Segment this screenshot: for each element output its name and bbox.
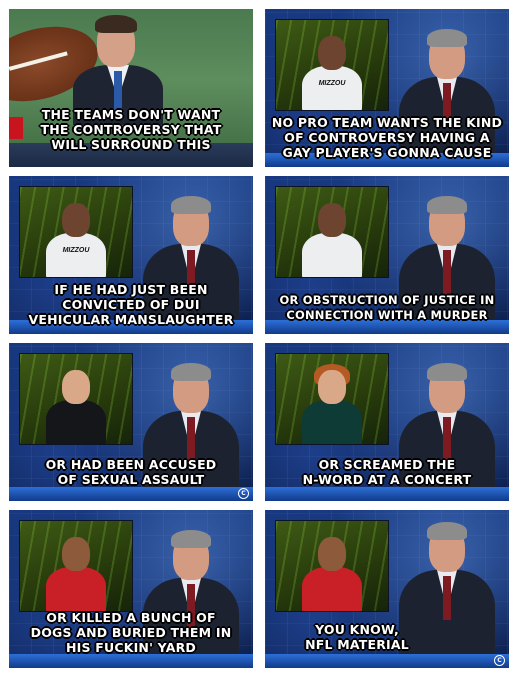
caption-line: HIS FUCKIN' YARD (65, 640, 197, 655)
caption-line: IF HE HAD JUST BEEN (54, 282, 208, 297)
panel-caption: OR HAD BEEN ACCUSED OF SEXUAL ASSAULT (9, 457, 253, 487)
panel-caption: NO PRO TEAM WANTS THE KIND OF CONTROVERS… (265, 115, 509, 160)
player-photo-inset (19, 520, 133, 612)
jersey-text: MIZZOU (62, 247, 90, 254)
caption-line: CONNECTION WITH A MURDER (286, 308, 488, 322)
caption-line: OR HAD BEEN ACCUSED (45, 457, 217, 472)
panel-caption: OR SCREAMED THE N-WORD AT A CONCERT (265, 457, 509, 487)
panel-5: OR HAD BEEN ACCUSED OF SEXUAL ASSAULT C (9, 343, 253, 501)
caption-line: WILL SURROUND THIS (51, 137, 211, 152)
studio-desk (9, 654, 253, 668)
panel-caption: OR OBSTRUCTION OF JUSTICE IN CONNECTION … (265, 293, 509, 323)
panel-8: YOU KNOW, NFL MATERIAL C (265, 510, 509, 668)
caption-line: OF CONTROVERSY HAVING A (284, 130, 490, 145)
caption-line: OR KILLED A BUNCH OF (46, 610, 216, 625)
caption-line: NFL MATERIAL (305, 637, 409, 652)
caption-line: OR OBSTRUCTION OF JUSTICE IN (279, 293, 495, 307)
player-photo-inset (275, 186, 389, 278)
studio-desk (265, 654, 509, 668)
caption-line: VEHICULAR MANSLAUGHTER (28, 312, 234, 327)
channel-logo: C (238, 487, 249, 499)
panel-caption: IF HE HAD JUST BEEN CONVICTED OF DUI VEH… (9, 282, 253, 327)
panel-3: MIZZOU IF HE HAD JUST BEEN CONVICTED OF … (9, 176, 253, 334)
caption-line: N-WORD AT A CONCERT (302, 472, 472, 487)
panel-caption: OR KILLED A BUNCH OF DOGS AND BURIED THE… (9, 610, 253, 655)
player-photo-inset: MIZZOU (19, 186, 133, 278)
panel-1: THE TEAMS DON'T WANT THE CONTROVERSY THA… (9, 9, 253, 167)
caption-line: THE TEAMS DON'T WANT (41, 107, 221, 122)
player-photo-inset (275, 520, 389, 612)
comedy-central-icon: C (238, 487, 249, 499)
player-photo-inset (19, 353, 133, 445)
player-photo-inset (275, 353, 389, 445)
caption-line: OF SEXUAL ASSAULT (57, 472, 205, 487)
panel-caption: THE TEAMS DON'T WANT THE CONTROVERSY THA… (9, 107, 253, 152)
caption-line: DOGS AND BURIED THEM IN (30, 625, 232, 640)
panel-7: OR KILLED A BUNCH OF DOGS AND BURIED THE… (9, 510, 253, 668)
channel-logo: C (494, 654, 505, 666)
meme-grid: THE TEAMS DON'T WANT THE CONTROVERSY THA… (0, 0, 518, 675)
panel-caption: YOU KNOW, NFL MATERIAL (265, 622, 509, 652)
jersey-text: MIZZOU (318, 80, 346, 87)
studio-desk (9, 487, 253, 501)
studio-desk (265, 487, 509, 501)
panel-4: OR OBSTRUCTION OF JUSTICE IN CONNECTION … (265, 176, 509, 334)
panel-2: MIZZOU NO PRO TEAM WANTS THE KIND OF CON… (265, 9, 509, 167)
caption-line: GAY PLAYER'S GONNA CAUSE (282, 145, 492, 160)
player-photo-inset: MIZZOU (275, 19, 389, 111)
caption-line: OR SCREAMED THE (318, 457, 456, 472)
caption-line: CONVICTED OF DUI (62, 297, 200, 312)
caption-line: THE CONTROVERSY THAT (40, 122, 222, 137)
caption-line: YOU KNOW, (315, 622, 399, 637)
comedy-central-icon: C (494, 654, 505, 666)
panel-6: OR SCREAMED THE N-WORD AT A CONCERT (265, 343, 509, 501)
caption-line: NO PRO TEAM WANTS THE KIND (271, 115, 503, 130)
